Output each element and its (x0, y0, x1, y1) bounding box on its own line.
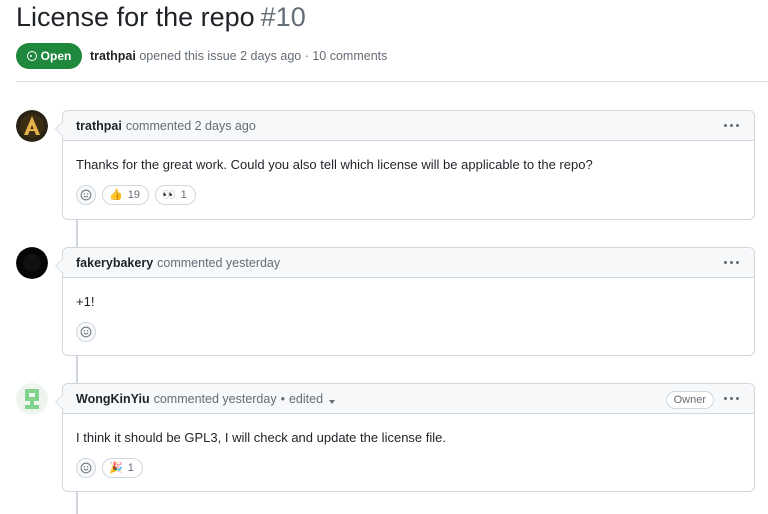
issue-state-badge: Open (16, 43, 82, 69)
comment-action[interactable]: commented yesterday (157, 256, 280, 270)
reaction-thumbs-up[interactable]: 👍 19 (102, 185, 149, 205)
more-options-icon[interactable] (724, 120, 740, 130)
separator-dot: • (280, 391, 285, 406)
issue-author-link[interactable]: trathpai (90, 49, 136, 63)
comment-author[interactable]: trathpai (76, 119, 122, 133)
add-reaction-button[interactable] (76, 185, 96, 205)
avatar-trathpai[interactable] (16, 110, 48, 142)
smiley-icon (80, 189, 92, 201)
avatar-fakerybakery[interactable] (16, 247, 48, 279)
edited-label: edited (288, 391, 324, 406)
comment-author[interactable]: fakerybakery (76, 256, 153, 270)
add-reaction-button[interactable] (76, 458, 96, 478)
smiley-icon (80, 462, 92, 474)
comment-box: trathpai commented 2 days ago Thanks for… (55, 110, 755, 220)
issue-meta: trathpai opened this issue 2 days ago · … (90, 49, 387, 63)
edited-dropdown[interactable]: edited (288, 391, 336, 406)
reaction-eyes[interactable]: 👀 1 (154, 185, 196, 205)
comment-body: I think it should be GPL3, I will check … (76, 430, 446, 445)
comment-header: trathpai commented 2 days ago (63, 111, 754, 141)
comment-body: +1! (76, 294, 95, 309)
thumbs-up-icon: 👍 (109, 188, 123, 201)
triangle-down-icon (329, 399, 336, 404)
reaction-count: 19 (127, 189, 140, 201)
owner-badge: Owner (665, 391, 714, 409)
reactions-bar: 🎉 1 (63, 446, 754, 478)
issue-number: #10 (260, 2, 306, 32)
comment-header: WongKinYiu commented yesterday • edited … (63, 384, 754, 414)
more-options-icon[interactable] (724, 257, 740, 267)
issue-opened-icon (26, 51, 37, 61)
comment-body: Thanks for the great work. Could you als… (76, 157, 593, 172)
reaction-hooray[interactable]: 🎉 1 (102, 458, 143, 478)
reactions-bar (63, 310, 754, 342)
comment-header: fakerybakery commented yesterday (63, 248, 754, 278)
more-options-icon[interactable] (724, 393, 740, 403)
eyes-icon: 👀 (161, 188, 176, 201)
comment-action[interactable]: commented yesterday (154, 392, 277, 406)
issue-title: License for the repo #10 (16, 2, 306, 33)
tada-icon: 🎉 (109, 461, 123, 474)
reaction-count: 1 (180, 189, 187, 201)
add-reaction-button[interactable] (76, 322, 96, 342)
issue-title-text: License for the repo (16, 2, 255, 32)
comment-box: WongKinYiu commented yesterday • edited … (55, 383, 755, 492)
comment-author[interactable]: WongKinYiu (76, 392, 150, 406)
issue-meta-text: opened this issue 2 days ago · 10 commen… (139, 49, 388, 63)
comment-action[interactable]: commented 2 days ago (126, 119, 256, 133)
header-divider (16, 81, 768, 82)
reaction-count: 1 (127, 462, 134, 474)
avatar-wongkinyiu[interactable] (16, 383, 48, 415)
issue-state-label: Open (40, 49, 72, 63)
reactions-bar: 👍 19 👀 1 (63, 173, 754, 205)
comment-box: fakerybakery commented yesterday +1! (55, 247, 755, 356)
smiley-icon (80, 326, 92, 338)
